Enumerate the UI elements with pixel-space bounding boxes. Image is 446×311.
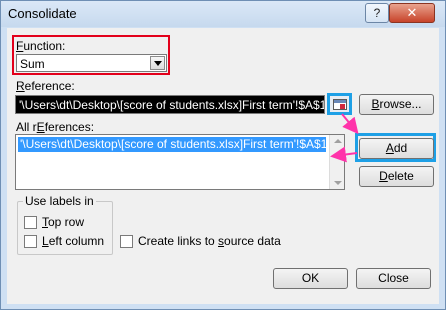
top-row-checkbox[interactable] (24, 216, 37, 229)
reference-input[interactable]: '\Users\dt\Desktop\[score of students.xl… (15, 95, 325, 114)
scroll-up-icon[interactable] (334, 139, 342, 143)
title-bar: Consolidate ? ✕ (1, 1, 445, 27)
dialog-title: Consolidate (8, 6, 77, 21)
top-row-label: Top row (42, 215, 85, 229)
create-links-checkbox[interactable] (120, 235, 133, 248)
left-column-label: Left column (42, 234, 105, 248)
collapse-dialog-button[interactable] (327, 93, 352, 115)
help-button[interactable]: ? (365, 3, 389, 23)
chevron-down-icon[interactable] (150, 56, 165, 70)
window-close-button[interactable]: ✕ (389, 3, 435, 23)
scroll-down-icon[interactable] (334, 181, 342, 185)
use-labels-title: Use labels in (23, 194, 96, 208)
all-references-label: All rEferences: (16, 120, 95, 134)
function-select-value: Sum (20, 57, 45, 71)
all-references-list[interactable]: '\Users\dt\Desktop\[score of students.xl… (15, 134, 345, 190)
left-column-checkbox[interactable] (24, 235, 37, 248)
browse-button[interactable]: Browse... (359, 94, 434, 115)
list-item[interactable]: '\Users\dt\Desktop\[score of students.xl… (18, 137, 326, 152)
consolidate-dialog: Consolidate ? ✕ Function: Sum Reference:… (0, 0, 446, 310)
list-scrollbar[interactable] (329, 135, 344, 189)
collapse-dialog-icon (333, 99, 347, 110)
delete-button[interactable]: Delete (359, 166, 434, 187)
create-links-label: Create links to source data (138, 234, 281, 248)
ok-button[interactable]: OK (273, 268, 348, 289)
reference-label: Reference: (16, 79, 75, 93)
add-button[interactable]: Add (359, 138, 434, 159)
function-select[interactable]: Sum (16, 54, 167, 72)
close-button[interactable]: Close (356, 268, 431, 289)
